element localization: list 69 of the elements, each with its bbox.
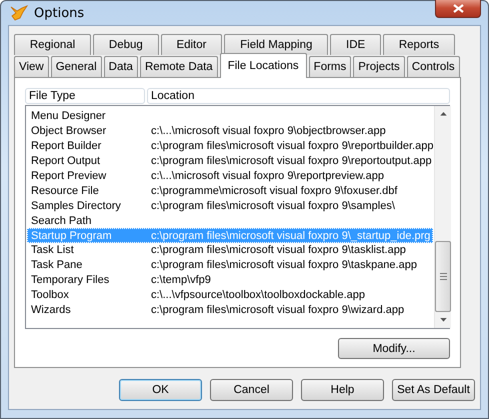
location-cell-text: c:\program files\microsoft visual foxpro 9\reportoutput.app [150,155,433,168]
scroll-down-icon[interactable] [440,318,447,322]
dialog-button[interactable]: Cancel [210,379,293,401]
tab[interactable]: Remote Data [140,56,218,77]
tab[interactable]: Field Mapping [224,34,328,55]
file-type-cell-text: Toolbox [30,289,70,302]
dialog-button[interactable]: Set As Default [392,379,475,401]
tab[interactable]: Editor [160,34,222,55]
location-cell-text: c:\program files\microsoft visual foxpro 9\samples\ [150,200,396,212]
file-type-cell-text: Temporary Files [30,274,110,286]
tab[interactable]: Projects [353,56,405,77]
list-row[interactable]: Report Output c:\program files\microsoft visual foxpro 9\reportoutput.app [27,154,434,169]
close-button[interactable] [435,0,481,18]
file-type-cell-text: Wizards [30,304,72,316]
location-cell-text: c:\...\vfpsource\toolbox\toolboxdockable.app [150,289,366,302]
file-type-cell-text: Task Pane [30,259,84,272]
list-row[interactable]: Report Builder c:\program files\microsoft visual foxpro 9\reportbuilder.app [27,138,434,154]
list-row[interactable]: Wizards c:\program files\microsoft visual foxpro 9\wizard.app [27,302,434,318]
tab[interactable]: General [50,56,102,77]
file-type-cell-text: Startup Program [30,230,113,242]
file-type-cell-text: Report Preview [30,170,108,182]
list-row[interactable]: Search Path [27,213,434,228]
tab[interactable]: Regional [14,34,92,55]
dialog-button[interactable]: Help [301,379,384,401]
list-row[interactable]: Samples Directory c:\program files\microsoft visual foxpro 9\samples\ [27,198,434,214]
file-type-cell-text: Search Path [30,214,93,227]
file-type-cell-text: Report Builder [30,140,102,152]
tab[interactable]: Data [104,56,138,77]
scrollbar[interactable] [434,106,452,328]
file-type-cell-text: Report Output [30,155,102,168]
file-type-cell-text: Object Browser [30,125,108,138]
grip-icon [440,273,447,280]
list-row[interactable]: Object Browser c:\...\microsoft visual foxpro 9\objectbrowser.app [27,124,434,139]
location-cell-text: c:\program files\microsoft visual foxpro 9\taskpane.app [150,259,418,272]
close-icon [452,4,464,12]
tab[interactable]: Controls [406,56,460,77]
tab[interactable]: File Locations [220,53,307,78]
modify-button[interactable]: Modify... [338,338,450,359]
location-cell-text: c:\...\microsoft visual foxpro 9\reportpreview.app [150,170,385,182]
list-row[interactable]: Report Preview c:\...\microsoft visual foxpro 9\reportpreview.app [27,168,434,184]
file-type-cell-text: Task List [30,244,75,256]
file-type-cell-text: Menu Designer [30,110,107,122]
list-row[interactable]: Toolbox c:\...\vfpsource\toolbox\toolboxdockable.app [27,288,434,303]
location-cell-text: c:\programme\microsoft visual foxpro 9\foxuser.dbf [150,184,398,197]
location-cell-text: c:\program files\microsoft visual foxpro 9\wizard.app [150,304,406,316]
column-header[interactable]: Location [147,88,450,104]
location-cell-text: c:\program files\microsoft visual foxpro 9\tasklist.app [150,244,407,256]
location-cell-text: c:\...\microsoft visual foxpro 9\objectbrowser.app [150,125,387,138]
file-type-cell-text: Resource File [30,184,100,197]
dialog-button[interactable]: OK [119,379,202,401]
tab[interactable]: Reports [383,34,455,55]
tab[interactable]: Debug [93,34,159,55]
list-row[interactable]: Task Pane c:\program files\microsoft visual foxpro 9\taskpane.app [27,258,434,273]
fox-icon [10,5,28,21]
scroll-thumb[interactable] [435,240,452,312]
location-cell-text: c:\program files\microsoft visual foxpro 9\_startup_ide.prg [150,230,432,242]
list-row[interactable]: Temporary Files c:\temp\vfp9 [27,272,434,288]
column-header[interactable]: File Type [25,88,145,104]
window-title: Options [34,6,86,20]
file-type-cell-text: Samples Directory [30,200,122,212]
list-row[interactable]: Menu Designer [27,109,434,124]
location-cell-text: c:\temp\vfp9 [150,274,212,286]
tab[interactable]: Forms [308,56,352,77]
tab[interactable]: View [14,56,49,77]
scroll-up-icon[interactable] [440,112,447,116]
list-row[interactable]: Task List c:\program files\microsoft visual foxpro 9\tasklist.app [27,243,434,258]
location-cell-text: c:\program files\microsoft visual foxpro 9\reportbuilder.app [150,140,434,152]
tab[interactable]: IDE [330,34,382,55]
list-row[interactable]: Resource File c:\programme\microsoft visual foxpro 9\foxuser.dbf [27,183,434,198]
